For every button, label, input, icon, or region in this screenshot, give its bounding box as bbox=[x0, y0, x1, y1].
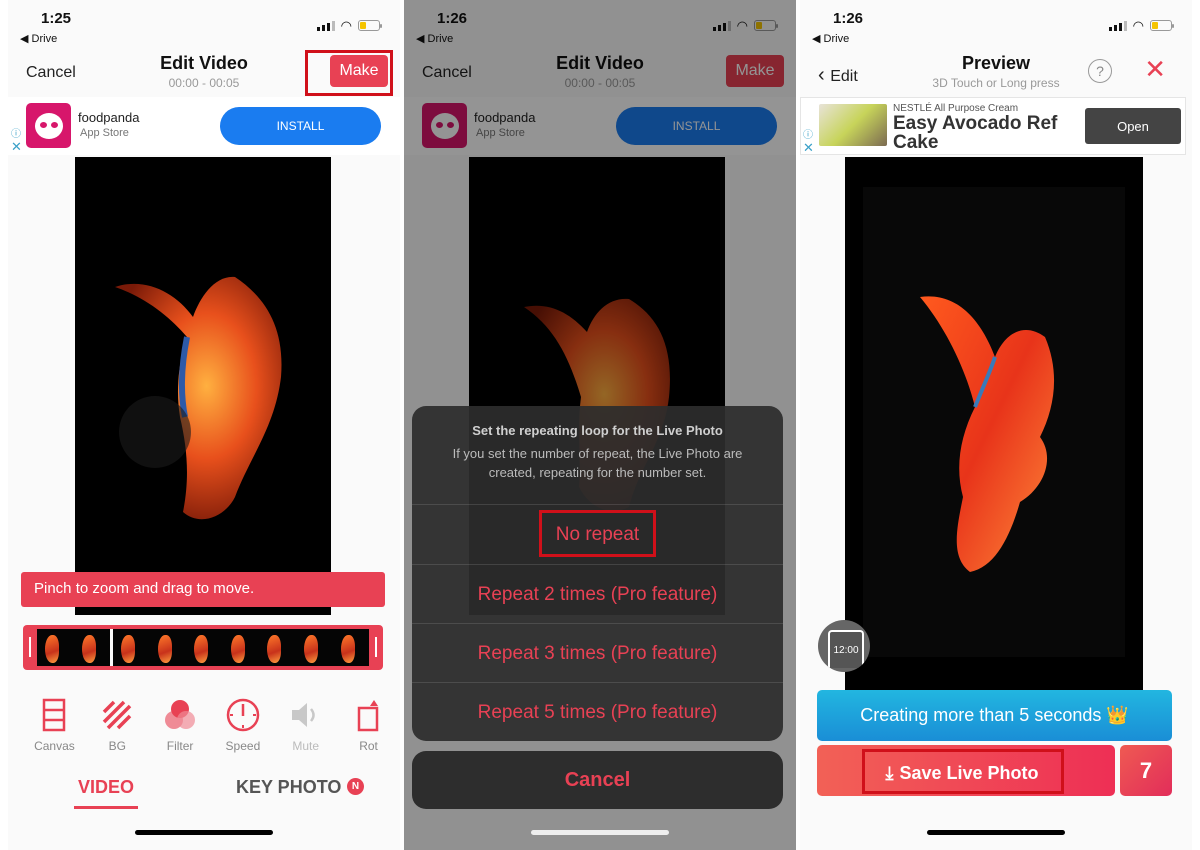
live-photo-clock-badge: 12:00 bbox=[818, 620, 870, 672]
status-icons: ◠ bbox=[316, 17, 382, 33]
timeline-frame bbox=[223, 629, 260, 666]
tab-video[interactable]: VIDEO bbox=[78, 777, 134, 798]
hint-toast: Pinch to zoom and drag to move. bbox=[21, 572, 385, 607]
speedometer-icon bbox=[226, 698, 260, 732]
option-repeat-2[interactable]: Repeat 2 times (Pro feature) bbox=[412, 564, 783, 623]
timeline-frame bbox=[150, 629, 187, 666]
home-indicator bbox=[135, 830, 273, 835]
timeline-frames bbox=[37, 629, 369, 666]
background-stripes-icon bbox=[102, 700, 132, 730]
status-time: 1:25 bbox=[41, 10, 72, 27]
betta-fish-image bbox=[115, 276, 282, 520]
tool-label: Speed bbox=[225, 739, 261, 753]
install-button[interactable]: INSTALL bbox=[220, 107, 381, 145]
open-button[interactable]: Open bbox=[1085, 108, 1181, 144]
ad-store-label: App Store bbox=[80, 127, 129, 139]
live-photo-preview[interactable] bbox=[845, 157, 1143, 690]
action-sheet-message: If you set the number of repeat, the Liv… bbox=[452, 446, 743, 480]
wifi-icon: ◠ bbox=[1132, 17, 1144, 33]
option-repeat-3[interactable]: Repeat 3 times (Pro feature) bbox=[412, 623, 783, 682]
timeline-frame bbox=[74, 629, 111, 666]
repeat-loop-screen: 1:26 ◀ Drive ◠ Cancel Edit Video 00:00 -… bbox=[404, 0, 796, 850]
preview-hint: 3D Touch or Long press bbox=[932, 76, 1060, 90]
tool-label: Canvas bbox=[34, 739, 75, 753]
ad-app-name: foodpanda bbox=[78, 110, 140, 125]
ad-title: Easy Avocado Ref Cake bbox=[893, 113, 1058, 153]
make-button-highlight bbox=[305, 50, 393, 96]
action-sheet-cancel-button[interactable]: Cancel bbox=[412, 751, 783, 809]
clock-time: 12:00 bbox=[828, 630, 864, 668]
filter-circles-icon bbox=[165, 700, 196, 729]
speaker-icon bbox=[291, 703, 315, 727]
tab-key-photo[interactable]: KEY PHOTO bbox=[236, 777, 341, 798]
ad-image bbox=[819, 104, 887, 146]
signal-icon bbox=[316, 20, 335, 31]
status-icons: ◠ bbox=[1108, 17, 1174, 33]
home-indicator bbox=[531, 830, 669, 835]
no-repeat-highlight bbox=[539, 510, 656, 557]
action-sheet-title: Set the repeating loop for the Live Phot… bbox=[472, 423, 723, 438]
battery-icon bbox=[1150, 20, 1174, 31]
status-bar: 1:26 ◀ Drive ◠ bbox=[800, 10, 1192, 50]
preview-screen: 1:26 ◀ Drive ◠ ‹ Edit Preview 3D Touch o… bbox=[800, 0, 1192, 850]
edit-toolbar: Canvas BG Filter Speed Mute Rot bbox=[23, 695, 400, 760]
tool-speed[interactable]: Speed bbox=[211, 695, 274, 760]
back-to-app-link[interactable]: ◀ Drive bbox=[812, 32, 849, 45]
new-badge: N bbox=[347, 778, 364, 795]
status-bar: 1:25 ◀ Drive ◠ bbox=[8, 10, 400, 50]
timeline-frame bbox=[296, 629, 333, 666]
tool-bg[interactable]: BG bbox=[86, 695, 149, 760]
page-title: Preview bbox=[961, 53, 1031, 73]
tool-filter[interactable]: Filter bbox=[149, 695, 212, 760]
save-button-highlight bbox=[862, 749, 1064, 794]
premium-duration-button[interactable]: Creating more than 5 seconds 👑 bbox=[817, 690, 1172, 741]
ad-banner[interactable]: NESTLÉ All Purpose Cream Easy Avocado Re… bbox=[800, 97, 1186, 155]
home-indicator bbox=[927, 830, 1065, 835]
ad-close-icon[interactable]: ✕ bbox=[803, 140, 814, 156]
timeline-frame bbox=[186, 629, 223, 666]
share-app-button[interactable]: 7 bbox=[1120, 745, 1172, 796]
close-icon[interactable]: ✕ bbox=[1144, 56, 1166, 82]
timeline-frame bbox=[110, 629, 150, 666]
panda-icon bbox=[34, 112, 63, 139]
nav-bar: ‹ Edit Preview 3D Touch or Long press ? … bbox=[800, 50, 1192, 95]
timeline-frame bbox=[37, 629, 74, 666]
signal-icon bbox=[1108, 20, 1127, 31]
wifi-icon: ◠ bbox=[340, 17, 352, 33]
video-timeline[interactable] bbox=[23, 625, 383, 670]
status-time: 1:26 bbox=[833, 10, 864, 27]
back-to-app-link[interactable]: ◀ Drive bbox=[20, 32, 57, 45]
tool-rotate[interactable]: Rot bbox=[337, 695, 400, 760]
ad-info-icon[interactable]: ⓘ bbox=[803, 126, 813, 141]
foodpanda-logo bbox=[26, 103, 71, 148]
mode-tabs: VIDEO KEY PHOTO N bbox=[8, 775, 400, 815]
edit-video-screen: 1:25 ◀ Drive ◠ Cancel Edit Video 00:00 -… bbox=[8, 0, 400, 850]
help-icon[interactable]: ? bbox=[1088, 59, 1112, 83]
action-sheet: Set the repeating loop for the Live Phot… bbox=[412, 406, 783, 741]
tool-canvas[interactable]: Canvas bbox=[23, 695, 86, 760]
betta-fish-image bbox=[863, 187, 1125, 657]
battery-icon bbox=[358, 20, 382, 31]
timeline-frame bbox=[259, 629, 296, 666]
active-tab-indicator bbox=[74, 806, 138, 809]
video-canvas[interactable] bbox=[75, 157, 331, 615]
option-repeat-5[interactable]: Repeat 5 times (Pro feature) bbox=[412, 682, 783, 741]
timeline-frame bbox=[333, 629, 370, 666]
timeline-left-handle[interactable] bbox=[29, 637, 31, 657]
tool-label: Filter bbox=[166, 739, 194, 753]
ad-close-icon[interactable]: ✕ bbox=[11, 139, 22, 155]
ad-banner[interactable]: foodpanda App Store INSTALL ⓘ ✕ bbox=[8, 97, 400, 155]
tool-label: Mute bbox=[292, 739, 320, 753]
canvas-icon bbox=[43, 698, 66, 732]
timeline-right-handle[interactable] bbox=[375, 637, 377, 657]
tool-mute[interactable]: Mute bbox=[274, 695, 337, 760]
tool-label: BG bbox=[108, 739, 126, 753]
tool-label: Rot bbox=[359, 739, 378, 753]
ad-info-icon[interactable]: ⓘ bbox=[11, 125, 21, 140]
rotate-icon bbox=[357, 700, 378, 732]
app-logo-icon: 7 bbox=[1139, 757, 1153, 783]
